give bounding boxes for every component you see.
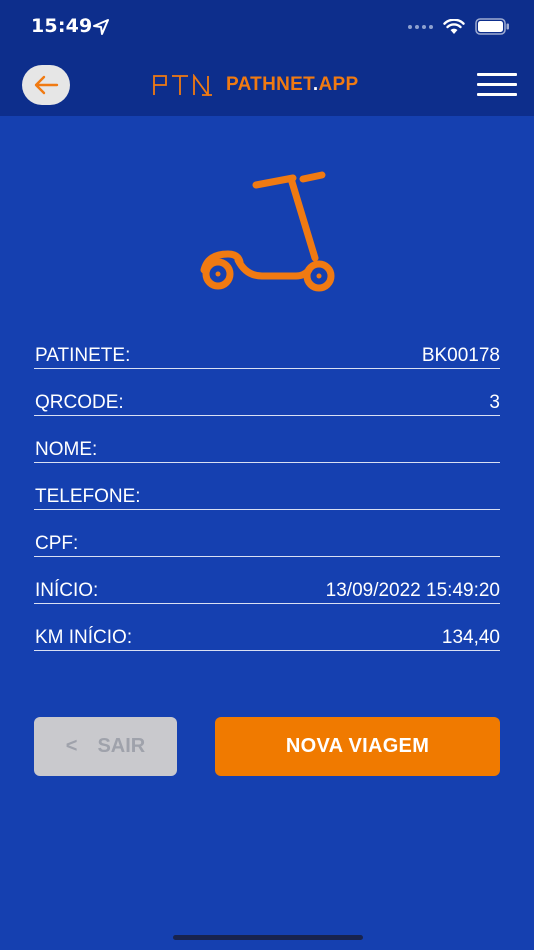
nav-bar: PATHNET.APP: [0, 56, 534, 116]
menu-button[interactable]: [477, 73, 517, 97]
detail-row: CPF:: [34, 510, 500, 557]
exit-button[interactable]: < SAIR: [34, 717, 177, 776]
trip-details: PATINETE: BK00178 QRCODE: 3 NOME: TELEFONE: CP…: [34, 322, 500, 651]
detail-row: NOME:: [34, 416, 500, 463]
new-trip-button-label: NOVA VIAGEM: [285, 735, 430, 757]
location-arrow-icon: [93, 19, 109, 35]
detail-row: KM INÍCIO: 134,40: [34, 604, 500, 651]
menu-icon: [477, 73, 517, 96]
ptn-logo-mark: [153, 74, 212, 96]
detail-label: NOME:: [35, 439, 98, 460]
status-indicators: [408, 18, 510, 35]
top-bar: 15:49 PATHNET.APP: [0, 0, 534, 116]
chevron-left-icon: <: [65, 735, 78, 757]
signal-icon: [408, 24, 433, 29]
arrow-left-icon: [34, 75, 59, 95]
back-button[interactable]: [22, 65, 70, 105]
detail-row: PATINETE: BK00178: [34, 322, 500, 369]
detail-value: 3: [489, 392, 500, 413]
detail-value: 134,40: [441, 627, 500, 648]
exit-button-label: SAIR: [97, 735, 146, 757]
scooter-icon: [200, 171, 335, 292]
detail-label: QRCODE:: [35, 392, 124, 413]
battery-icon: [475, 18, 509, 35]
detail-row: TELEFONE:: [34, 463, 500, 510]
wifi-icon: [443, 18, 465, 34]
detail-value: BK00178: [421, 345, 500, 366]
detail-row: INÍCIO: 13/09/2022 15:49:20: [34, 557, 500, 604]
status-bar: 15:49: [0, 0, 534, 56]
home-indicator: [173, 935, 363, 940]
detail-label: KM INÍCIO:: [35, 627, 133, 648]
detail-label: PATINETE:: [35, 345, 131, 366]
status-time: 15:49: [31, 15, 93, 37]
detail-label: INÍCIO:: [35, 580, 99, 601]
detail-value: 13/09/2022 15:49:20: [325, 580, 500, 601]
brand-name: PATHNET.APP: [226, 74, 359, 95]
detail-label: CPF:: [35, 533, 79, 554]
detail-label: TELEFONE:: [35, 486, 141, 507]
detail-row: QRCODE: 3: [34, 369, 500, 416]
new-trip-button[interactable]: NOVA VIAGEM: [215, 717, 500, 776]
brand-logo: PATHNET.APP: [152, 72, 358, 98]
